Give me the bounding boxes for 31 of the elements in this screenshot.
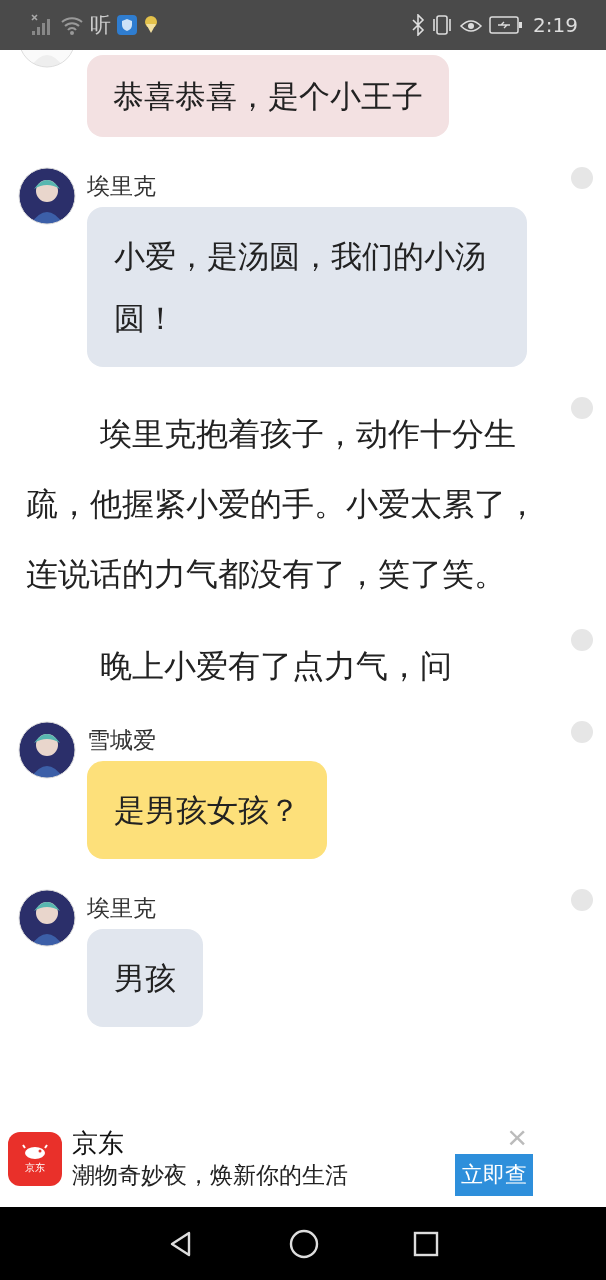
chat-bubble: 小爱，是汤圆，我们的小汤圆！ (87, 207, 527, 367)
ad-subtitle: 潮物奇妙夜，焕新你的生活 (72, 1160, 349, 1190)
wifi-icon (60, 14, 84, 36)
chat-bubble: 是男孩女孩？ (87, 761, 327, 859)
clock-time: 2:19 (533, 13, 578, 37)
close-button[interactable]: × (507, 1121, 527, 1152)
dot-icon[interactable] (571, 167, 593, 189)
app-logo: 京东 (8, 1131, 62, 1186)
home-icon[interactable] (289, 1228, 319, 1259)
chat-bubble: 男孩 (87, 929, 203, 1027)
chat-bubble: 恭喜恭喜，是个小王子 (87, 55, 449, 137)
sender-name: 埃里克 (87, 894, 156, 923)
recents-icon[interactable] (413, 1230, 439, 1257)
dog-icon (21, 1143, 49, 1162)
sender-name: 雪城爱 (87, 726, 156, 755)
cta-button[interactable]: 立即查 (455, 1153, 533, 1196)
shield-icon (117, 15, 137, 35)
dot-icon[interactable] (571, 397, 593, 419)
ad-banner[interactable]: 京东 京东 潮物奇妙夜，焕新你的生活 × 立即查 (0, 1110, 606, 1207)
dot-icon[interactable] (571, 629, 593, 651)
ad-title: 京东 (72, 1126, 125, 1159)
dot-icon[interactable] (571, 889, 593, 911)
status-glyph: 听 (90, 12, 111, 39)
dot-icon[interactable] (571, 721, 593, 743)
cone-icon (143, 16, 159, 34)
vibrate-icon (431, 14, 454, 36)
bluetooth-icon (411, 14, 426, 36)
story-paragraph: 埃里克抱着孩子，动作十分生疏，他握紧小爱的手。小爱太累了，连说话的力气都没有了，笑了笑。 (26, 414, 539, 595)
battery-icon (489, 16, 524, 34)
story-paragraph: 晚上小爱有了点力气，问 (98, 646, 452, 687)
sender-name: 埃里克 (87, 172, 156, 201)
